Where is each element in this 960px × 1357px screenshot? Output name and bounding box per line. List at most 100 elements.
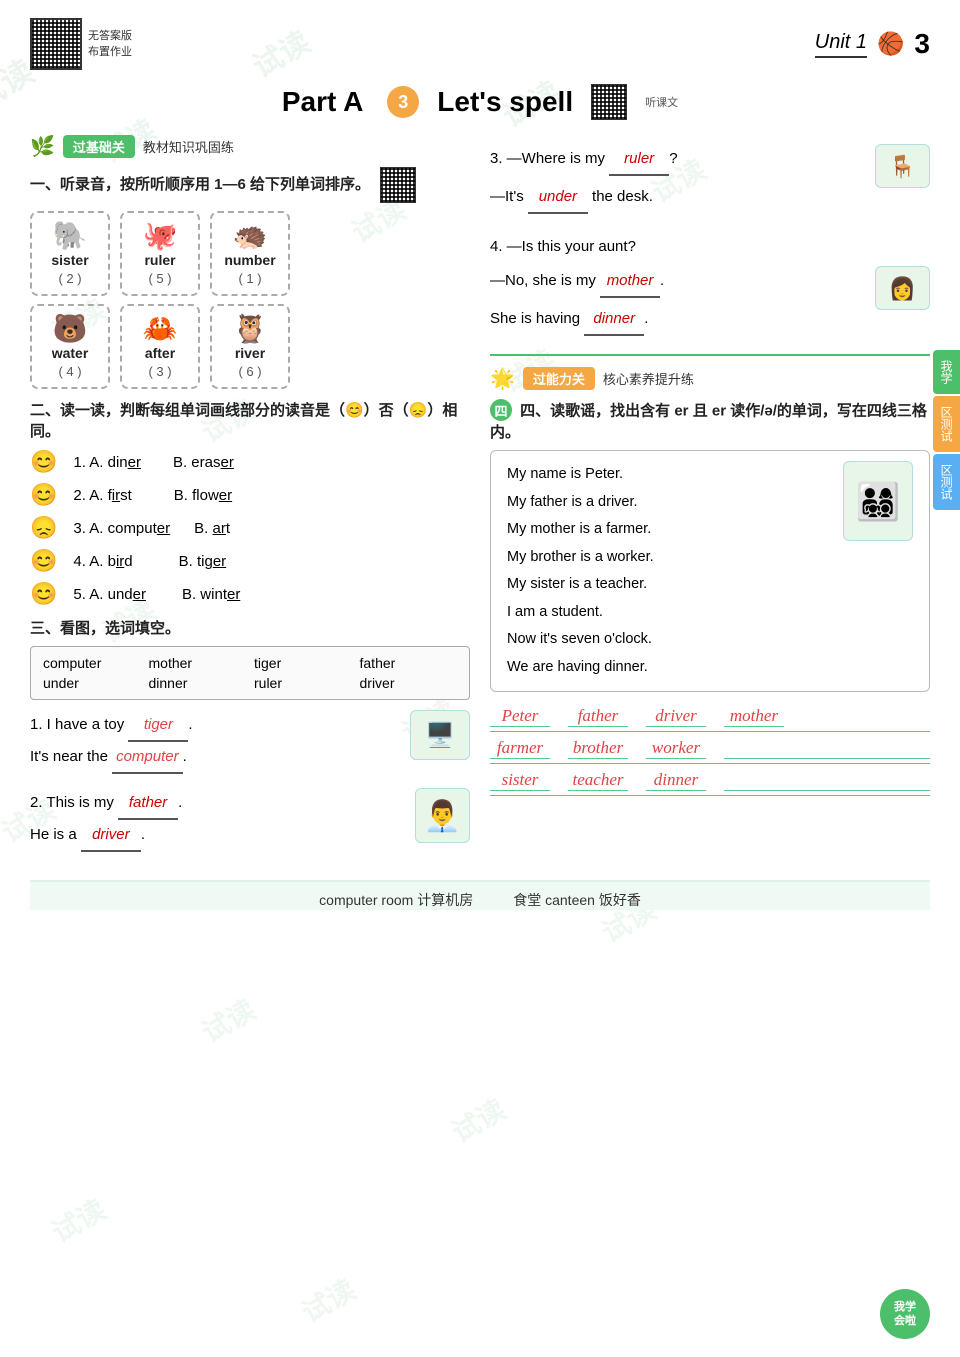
smiley-happy-1: 😊	[30, 449, 57, 475]
hw-sister: sister	[490, 770, 550, 791]
hw-mother: mother	[724, 706, 784, 727]
passage-line-5: My sister is a teacher.	[507, 571, 913, 599]
page-number: 3	[914, 28, 930, 60]
img-family: 👨‍👩‍👧‍👦	[843, 461, 913, 541]
pron-spacer-4: B. tiger	[179, 553, 227, 570]
hw-farmer: farmer	[490, 738, 550, 759]
bottom-right-badge: 我学 会啦	[880, 1289, 930, 1339]
ex4-label: 四 四、读歌谣，找出含有 er 且 er 读作/ə/的单词，写在四线三格内。	[490, 399, 930, 442]
passage-line-4: My brother is a worker.	[507, 544, 913, 572]
section1-subtitle: 教材知识巩固练	[143, 137, 234, 156]
header-right: Unit 1 🏀 3	[815, 28, 930, 60]
smiley-happy-4: 😊	[30, 548, 57, 574]
qr-right	[591, 84, 627, 120]
q3: 3. —Where is my ruler? 🪑 —It's under the…	[490, 144, 930, 214]
pron-item-2: 😊 2. A. first B. flower	[30, 482, 470, 508]
section1-header: 🌿 过基础关 教材知识巩固练	[30, 134, 470, 159]
fill-answer-computer: computer	[112, 742, 183, 774]
bottom-bar: computer room 计算机房 食堂 canteen 饭好香	[30, 880, 930, 910]
fill-item-1: 1. I have a toy tiger. 🖥️ It's near the …	[30, 710, 470, 774]
unit-icon: 🏀	[877, 31, 904, 57]
img-computer: 🖥️	[410, 710, 470, 760]
hw-line-1: Peter father driver mother	[490, 706, 930, 732]
pron-num-2: 2. A. first	[73, 487, 131, 504]
fill-answer-driver: driver	[81, 820, 141, 852]
word-img-ruler: 🐙	[132, 219, 188, 252]
main-content: 🌿 过基础关 教材知识巩固练 一、听录音，按所听顺序用 1—6 给下列单词排序。…	[30, 134, 930, 862]
smiley-happy-2: 😊	[30, 482, 57, 508]
word-card-sister: 🐘 sister ( 2 )	[30, 211, 110, 296]
fill-answer-father: father	[118, 788, 178, 820]
smiley-sad-3: 😞	[30, 515, 57, 541]
fill-mother: mother	[600, 266, 660, 298]
pron-num-3: 3. A. computer	[73, 520, 170, 537]
title-bar: Part A 3 Let's spell 听课文	[30, 84, 930, 120]
hw-driver: driver	[646, 706, 706, 727]
passage-line-7: Now it's seven o'clock.	[507, 626, 913, 654]
word-card-number: 🦔 number ( 1 )	[210, 211, 290, 296]
hw-peter: Peter	[490, 706, 550, 727]
smiley-happy-5: 😊	[30, 581, 57, 607]
hw-father: father	[568, 706, 628, 727]
img-driver: 👨‍💼	[415, 788, 470, 843]
word-card-river: 🦉 river ( 6 )	[210, 304, 290, 389]
pron-item-1: 😊 1. A. diner B. eraser	[30, 449, 470, 475]
part-a-label: Part A	[282, 86, 363, 118]
ex1-label: 一、听录音，按所听顺序用 1—6 给下列单词排序。	[30, 167, 470, 203]
hw-line-3: sister teacher dinner	[490, 770, 930, 796]
word-card-after: 🦀 after ( 3 )	[120, 304, 200, 389]
header-left: 无答案版 布置作业	[30, 18, 132, 70]
bottom-item-1: computer room 计算机房	[319, 890, 473, 910]
ex2-label: 二、读一读，判断每组单词画线部分的读音是（😊）否（😞）相同。	[30, 399, 470, 441]
pron-item-4: 😊 4. A. bird B. tiger	[30, 548, 470, 574]
hw-blank-1	[724, 738, 930, 759]
word-img-water: 🐻	[42, 312, 98, 345]
hw-blank-2	[724, 770, 930, 791]
hw-brother: brother	[568, 738, 628, 759]
img-mother: 👩	[875, 266, 930, 310]
right-column: 3. —Where is my ruler? 🪑 —It's under the…	[490, 134, 930, 862]
ex3-label: 三、看图，选词填空。	[30, 617, 470, 638]
word-bank: computer mother tiger father under dinne…	[30, 646, 470, 700]
hw-dinner: dinner	[646, 770, 706, 791]
img-desk: 🪑	[875, 144, 930, 188]
ability-header: 🌟 过能力关 核心素养提升练	[490, 366, 930, 391]
section1-icon: 🌿	[30, 134, 55, 159]
word-img-sister: 🐘	[42, 219, 98, 252]
lets-spell-label: Let's spell	[437, 86, 573, 118]
pron-spacer-2: B. flower	[174, 487, 232, 504]
ability-icon: 🌟	[490, 366, 515, 391]
qr-left	[30, 18, 82, 70]
fill-dinner: dinner	[584, 304, 644, 336]
hw-line-2: farmer brother worker	[490, 738, 930, 764]
hw-worker: worker	[646, 738, 706, 759]
page-header: 无答案版 布置作业 Unit 1 🏀 3	[30, 10, 930, 74]
fill-item-2: 2. This is my father. 👨‍💼 He is a driver…	[30, 788, 470, 852]
word-img-number: 🦔	[222, 219, 278, 252]
unit-label: Unit 1	[815, 31, 867, 58]
bottom-item-2: 食堂 canteen 饭好香	[513, 890, 641, 910]
pron-num-5: 5. A. under	[73, 586, 146, 603]
ability-badge: 过能力关	[523, 367, 595, 390]
passage-line-6: I am a student.	[507, 599, 913, 627]
word-cards: 🐘 sister ( 2 ) 🐙 ruler ( 5 ) 🦔 number ( …	[30, 211, 470, 296]
passage-box: 👨‍👩‍👧‍👦 My name is Peter. My father is a…	[490, 450, 930, 692]
handwriting-area: Peter father driver mother farmer brothe…	[490, 706, 930, 796]
fill-under: under	[528, 182, 588, 214]
qr-ex1	[380, 167, 416, 203]
section-divider	[490, 354, 930, 356]
ex4-num-circle: 四	[490, 399, 512, 421]
fill-ruler: ruler	[609, 144, 669, 176]
word-card-ruler: 🐙 ruler ( 5 )	[120, 211, 200, 296]
passage-line-8: We are having dinner.	[507, 654, 913, 682]
word-cards-2: 🐻 water ( 4 ) 🦀 after ( 3 ) 🦉 river ( 6 …	[30, 304, 470, 389]
left-column: 🌿 过基础关 教材知识巩固练 一、听录音，按所听顺序用 1—6 给下列单词排序。…	[30, 134, 470, 862]
ability-subtitle: 核心素养提升练	[603, 369, 694, 388]
fill-answer-tiger: tiger	[128, 710, 188, 742]
part-number: 3	[387, 86, 419, 118]
pron-spacer-1: B. eraser	[173, 454, 234, 471]
hw-teacher: teacher	[568, 770, 628, 791]
word-card-water: 🐻 water ( 4 )	[30, 304, 110, 389]
pron-num-4: 4. A. bird	[73, 553, 132, 570]
q4: 4. —Is this your aunt? —No, she is my mo…	[490, 232, 930, 336]
